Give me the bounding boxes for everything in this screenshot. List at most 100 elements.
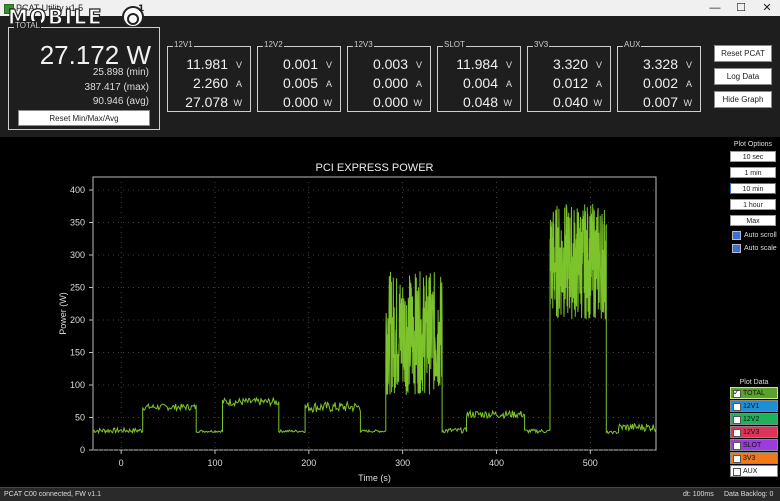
plot-data-item-total[interactable]: TOTAL xyxy=(730,387,778,399)
rail-a-unit: A xyxy=(685,79,692,89)
checkbox-checked-icon[interactable] xyxy=(733,387,741,399)
rail-v-row: 0.003 V xyxy=(348,56,430,74)
rail-a-value: 0.004 xyxy=(462,75,498,91)
total-avg: 90.946 (avg) xyxy=(92,96,149,107)
rail-w-row: 0.000 W xyxy=(348,94,430,112)
plot-data-item-aux[interactable]: AUX xyxy=(730,465,778,477)
rail-v-unit: V xyxy=(415,60,422,70)
rail-a-value: 0.000 xyxy=(372,75,408,91)
hide-graph-button[interactable]: Hide Graph xyxy=(714,91,772,108)
rail-group-12v1: 12V1 11.981 V 2.260 A 27.078 W xyxy=(167,40,251,112)
x-tick-label: 100 xyxy=(207,458,222,468)
log-data-button[interactable]: Log Data xyxy=(714,68,772,85)
plot-data-item-label: AUX xyxy=(743,468,758,475)
total-min: 25.898 (min) xyxy=(92,67,149,78)
plot-data-item-slot[interactable]: SLOT xyxy=(730,439,778,451)
auto-scroll-checkbox[interactable]: Auto scroll xyxy=(732,231,778,240)
rail-w-row: 0.040 W xyxy=(528,94,610,112)
x-tick-label: 400 xyxy=(489,458,504,468)
rail-a-unit: A xyxy=(325,79,332,89)
range-button-10-min[interactable]: 10 min xyxy=(730,183,776,194)
rail-a-row: 2.260 A xyxy=(168,75,250,93)
plot-data-item-12v1[interactable]: 12V1 xyxy=(730,400,778,412)
plot-data-item-label: 12V2 xyxy=(743,416,760,423)
rail-name: 12V3 xyxy=(353,40,374,49)
rail-w-unit: W xyxy=(503,98,513,108)
checkbox-icon[interactable] xyxy=(733,403,741,411)
rail-v-row: 11.981 V xyxy=(168,56,250,74)
connection-status: PCAT C00 connected, FW v1.1 xyxy=(4,491,102,498)
y-tick-label: 50 xyxy=(75,413,85,423)
close-button[interactable]: ✕ xyxy=(755,0,779,16)
range-button-10-sec[interactable]: 10 sec xyxy=(730,151,776,162)
x-tick-label: 300 xyxy=(395,458,410,468)
rail-w-row: 0.007 W xyxy=(618,94,700,112)
total-legend: TOTAL xyxy=(14,21,42,30)
plot-data-item-12v2[interactable]: 12V2 xyxy=(730,413,778,425)
rail-v-row: 11.984 V xyxy=(438,56,520,74)
rail-v-value: 0.003 xyxy=(372,56,408,72)
x-tick-label: 200 xyxy=(301,458,316,468)
reset-min-max-avg-button[interactable]: Reset Min/Max/Avg xyxy=(18,110,150,126)
rail-a-row: 0.004 A xyxy=(438,75,520,93)
rail-w-row: 0.000 W xyxy=(258,94,340,112)
range-button-1-hour[interactable]: 1 hour xyxy=(730,199,776,210)
rail-w-value: 0.040 xyxy=(552,94,588,110)
status-bar: PCAT C00 connected, FW v1.1 dt: 100ms Da… xyxy=(0,487,780,501)
checkbox-icon[interactable] xyxy=(733,429,741,437)
rail-w-row: 0.048 W xyxy=(438,94,520,112)
backlog-status: Data Backlog: 0 xyxy=(724,491,774,498)
y-tick-label: 200 xyxy=(70,315,85,325)
range-button-max[interactable]: Max xyxy=(730,215,776,226)
checkbox-icon[interactable] xyxy=(733,416,741,424)
plot-data-title: Plot Data xyxy=(739,379,769,386)
plot-data-item-label: SLOT xyxy=(743,442,762,449)
rail-v-value: 3.328 xyxy=(642,56,678,72)
plot-options-title: Plot Options xyxy=(733,141,773,148)
y-tick-label: 300 xyxy=(70,250,85,260)
range-button-1-min[interactable]: 1 min xyxy=(730,167,776,178)
rail-w-unit: W xyxy=(323,98,333,108)
rail-a-value: 0.005 xyxy=(282,75,318,91)
checkbox-icon[interactable] xyxy=(733,455,741,463)
rail-v-unit: V xyxy=(505,60,512,70)
power-chart: 0 50 100 150 200 250 300 350 400 0 100 200 300 400 500… xyxy=(58,162,657,483)
rail-v-unit: V xyxy=(235,60,242,70)
x-axis-label: Time (s) xyxy=(358,473,391,483)
rail-a-unit: A xyxy=(595,79,602,89)
plot-data-item-label: 12V1 xyxy=(743,403,760,410)
minimize-button[interactable]: — xyxy=(703,0,727,16)
reset-pcat-button[interactable]: Reset PCAT xyxy=(714,45,772,62)
rail-name: AUX xyxy=(623,40,642,49)
rail-name: SLOT xyxy=(443,40,466,49)
checkbox-icon[interactable] xyxy=(733,468,741,476)
rail-w-unit: W xyxy=(413,98,423,108)
rail-w-value: 0.048 xyxy=(462,94,498,110)
rail-w-value: 27.078 xyxy=(185,94,228,110)
maximize-button[interactable]: ☐ xyxy=(729,0,753,16)
plot-data-item-label: 12V3 xyxy=(743,429,760,436)
rail-v-row: 3.328 V xyxy=(618,56,700,74)
checkbox-checked-icon xyxy=(732,244,741,253)
chart-title: PCI EXPRESS POWER xyxy=(316,162,434,174)
rail-a-value: 0.012 xyxy=(552,75,588,91)
rail-v-unit: V xyxy=(685,60,692,70)
rail-w-value: 0.007 xyxy=(642,94,678,110)
checkbox-icon[interactable] xyxy=(733,442,741,450)
rail-w-value: 0.000 xyxy=(372,94,408,110)
rail-v-value: 11.981 xyxy=(186,56,228,72)
rail-group-12v3: 12V3 0.003 V 0.000 A 0.000 W xyxy=(347,40,431,112)
auto-scroll-label: Auto scroll xyxy=(744,232,777,239)
rail-w-unit: W xyxy=(593,98,603,108)
plot-data-item-12v3[interactable]: 12V3 xyxy=(730,426,778,438)
checkbox-checked-icon xyxy=(732,231,741,240)
rail-w-row: 27.078 W xyxy=(168,94,250,112)
rail-group-aux: AUX 3.328 V 0.002 A 0.007 W xyxy=(617,40,701,112)
auto-scale-checkbox[interactable]: Auto scale xyxy=(732,244,778,253)
y-tick-label: 250 xyxy=(70,283,85,293)
y-tick-label: 400 xyxy=(70,185,85,195)
rail-v-value: 0.001 xyxy=(282,56,318,72)
plot-data-item-3v3[interactable]: 3V3 xyxy=(730,452,778,464)
rail-w-unit: W xyxy=(233,98,243,108)
rail-a-value: 2.260 xyxy=(192,75,228,91)
